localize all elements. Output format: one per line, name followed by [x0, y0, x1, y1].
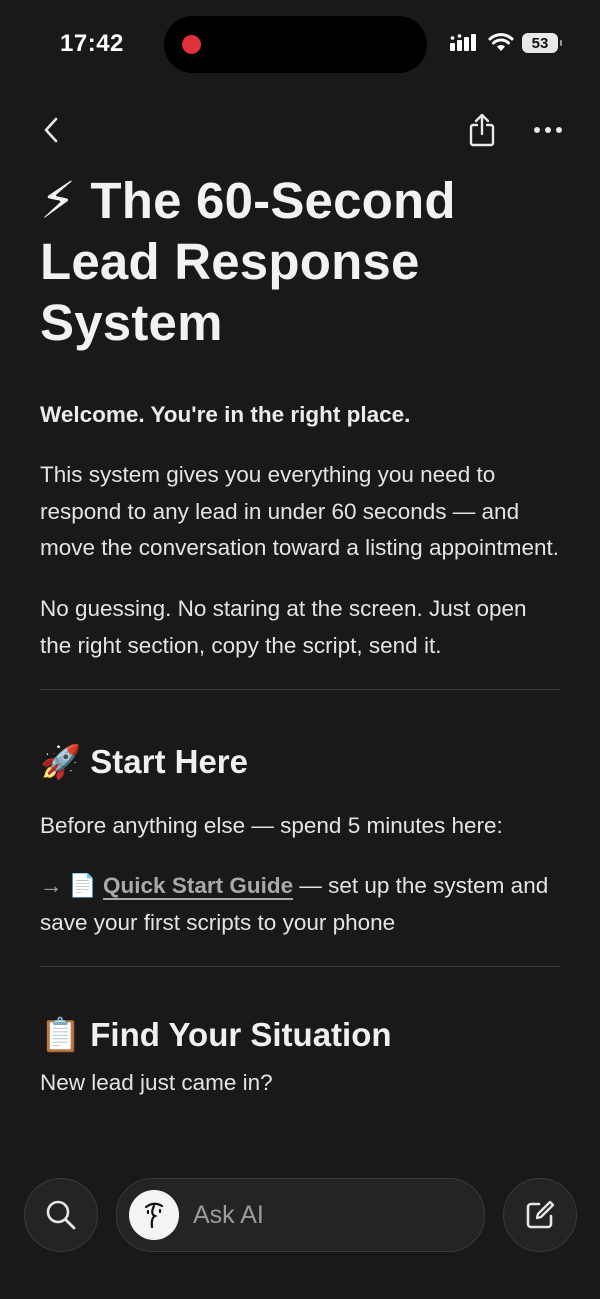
page-content: ⚡ The 60-Second Lead Response System Wel… — [40, 170, 560, 1125]
search-icon — [46, 1200, 76, 1230]
document-emoji-icon: 📄 — [68, 873, 97, 899]
dynamic-island — [164, 16, 427, 73]
new-lead-text: New lead just came in? — [40, 1069, 273, 1095]
more-options-button[interactable] — [526, 108, 570, 152]
find-situation-heading-text: Find Your Situation — [90, 1015, 392, 1053]
start-here-text: Before anything else — spend 5 minutes h… — [40, 812, 503, 838]
intro-paragraph-2: No guessing. No staring at the screen. J… — [40, 596, 527, 658]
section-divider — [40, 965, 560, 967]
quick-start-guide-link[interactable]: Quick Start Guide — [103, 873, 293, 898]
compose-button[interactable] — [503, 1178, 577, 1252]
share-button[interactable] — [462, 108, 502, 152]
compose-icon — [526, 1200, 555, 1229]
top-nav — [0, 108, 600, 152]
status-bar: 17:42 53 — [0, 0, 600, 90]
wifi-icon — [488, 33, 514, 51]
more-icon — [534, 127, 562, 133]
clipboard-emoji-icon: 📋 — [40, 1015, 82, 1053]
clock: 17:42 — [60, 30, 124, 57]
lightning-emoji-icon: ⚡ — [40, 172, 77, 229]
back-button[interactable] — [36, 108, 66, 152]
ask-ai-placeholder: Ask AI — [193, 1200, 264, 1229]
welcome-text: Welcome. You're in the right place. — [40, 402, 411, 427]
page-title: ⚡ The 60-Second Lead Response System — [40, 170, 560, 353]
start-here-heading: 🚀 Start Here — [40, 742, 560, 782]
page-title-text: The 60-Second Lead Response System — [40, 172, 456, 351]
intro-paragraph-1: This system gives you everything you nee… — [40, 462, 560, 561]
bottom-toolbar: Ask AI — [0, 1178, 600, 1252]
find-situation-heading: 📋 Find Your Situation — [40, 1015, 560, 1055]
signal-icon — [450, 34, 476, 51]
status-icons: 53 — [450, 33, 562, 53]
ai-face-icon — [129, 1190, 179, 1240]
search-button[interactable] — [24, 1178, 98, 1252]
battery-icon: 53 — [522, 33, 562, 53]
ask-ai-input[interactable]: Ask AI — [116, 1178, 485, 1252]
rocket-emoji-icon: 🚀 — [40, 742, 82, 780]
arrow-icon: → — [40, 873, 63, 899]
share-icon — [469, 113, 495, 147]
section-divider — [40, 688, 560, 690]
back-icon — [44, 117, 58, 143]
quick-start-line: → 📄 Quick Start Guide — set up the syste… — [40, 868, 560, 941]
start-here-heading-text: Start Here — [90, 742, 248, 780]
recording-indicator-icon — [182, 35, 201, 54]
